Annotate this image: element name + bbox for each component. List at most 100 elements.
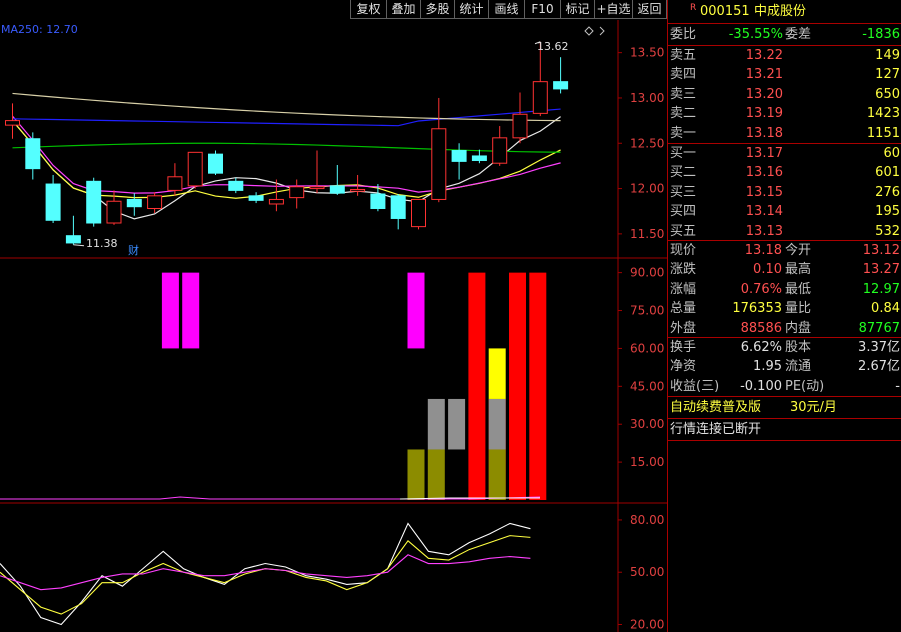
candle-body	[553, 81, 569, 90]
stat-value: 1.95	[753, 359, 782, 375]
candle-body	[390, 195, 406, 219]
candle-body	[350, 188, 366, 192]
sell-order-row: 卖二 13.19 1423	[668, 104, 901, 123]
y-tick-label: 13.00	[630, 91, 664, 105]
candle-body	[248, 195, 264, 201]
candle-body	[370, 193, 386, 210]
stat-value: 87767	[858, 320, 900, 336]
toolbar-button-tongji[interactable]: 统计	[454, 0, 488, 19]
oscillator-line	[0, 522, 531, 626]
candle-body	[25, 138, 41, 170]
stat-value: 2.67亿	[858, 359, 900, 375]
stat-value: 13.27	[862, 262, 900, 278]
order-volume: 276	[875, 184, 900, 200]
order-label: 卖三	[670, 86, 697, 102]
candle-body	[309, 186, 325, 190]
order-label: 卖二	[670, 106, 697, 122]
toolbar-button-f10[interactable]: F10	[524, 0, 560, 19]
indicator-bar	[407, 272, 425, 349]
stat-value: 0.84	[871, 301, 900, 317]
stat-value: 0.10	[753, 262, 782, 278]
order-label: 卖四	[670, 67, 697, 83]
buy-order-row: 买五 13.13 532	[668, 222, 901, 241]
order-price: 13.14	[745, 204, 783, 220]
order-price: 13.18	[745, 125, 783, 141]
stat-label: 内盘	[785, 320, 812, 336]
min-price-label: 11.38	[86, 237, 118, 250]
promo-banner[interactable]: 自动续费普及版 30元/月	[668, 398, 901, 417]
order-price: 13.20	[745, 86, 783, 102]
candle-body	[411, 198, 426, 228]
stat-label: 外盘	[670, 320, 697, 336]
buy-order-row: 买二 13.16 601	[668, 163, 901, 182]
ma60-line	[12, 142, 561, 153]
stat-row: 涨跌 0.10 最高 13.27	[668, 260, 901, 279]
stat-value: 12.97	[862, 281, 900, 297]
min-pointer	[73, 244, 85, 247]
indicator-bar	[448, 398, 466, 450]
stat-value: -	[895, 378, 900, 394]
stat-label: 今开	[785, 243, 812, 258]
y-tick-label: 60.00	[630, 341, 664, 355]
toolbar-button-huaxian[interactable]: 画线	[488, 0, 524, 19]
toolbar-button-biaoji[interactable]: 标记	[560, 0, 594, 19]
y-tick-label: 50.00	[630, 565, 664, 579]
order-volume: 1151	[866, 125, 900, 141]
toolbar-button-fanhui[interactable]: 返回	[632, 0, 667, 19]
order-volume: 195	[875, 204, 900, 220]
stat-label: PE(动)	[785, 378, 825, 394]
indicator-bar	[427, 398, 445, 450]
candle-body	[167, 176, 183, 191]
stat-value: -0.100	[740, 378, 782, 394]
buy-order-row: 买三 13.15 276	[668, 183, 901, 202]
stat-row: 涨幅 0.76% 最低 12.97	[668, 280, 901, 299]
buy-order-row: 买四 13.14 195	[668, 202, 901, 221]
stat-value: 13.18	[744, 243, 782, 258]
oscillator-line	[0, 535, 531, 615]
stat-label: 现价	[670, 243, 697, 258]
promo-price[interactable]: 30元/月	[790, 398, 837, 417]
stat-row: 总量 176353 量比 0.84	[668, 299, 901, 318]
candle-body	[228, 180, 244, 191]
toolbar-button-duogu[interactable]: 多股	[420, 0, 454, 19]
toolbar-button-diejia[interactable]: 叠加	[386, 0, 420, 19]
candle-body	[492, 137, 508, 164]
toolbar-button-fuquan[interactable]: 复权	[350, 0, 386, 19]
candle-body	[86, 180, 102, 224]
stat-value: 0.76%	[740, 281, 782, 297]
indicator-bar	[488, 449, 506, 500]
oscillator-lines	[0, 522, 531, 626]
stat-label: 净资	[670, 359, 697, 375]
candle-body	[208, 153, 223, 174]
stat-label: 涨幅	[670, 281, 697, 297]
order-label: 买一	[670, 146, 697, 161]
candle-body	[329, 185, 345, 194]
stat-value: 3.37亿	[858, 340, 900, 355]
promo-text[interactable]: 自动续费普及版	[670, 398, 761, 417]
y-tick-label: 20.00	[630, 618, 664, 632]
order-label: 买五	[670, 223, 697, 239]
stat-row: 现价 13.18 今开 13.12	[668, 241, 901, 260]
ma250-label: MA250: 12.70	[1, 23, 78, 36]
stat-value: 6.62%	[740, 340, 782, 355]
order-volume: 149	[875, 48, 900, 63]
stat-value: 88586	[740, 320, 782, 336]
y-tick-label: 13.50	[630, 46, 664, 60]
indicator-bar	[407, 449, 425, 500]
stat-label: 股本	[785, 340, 812, 355]
chevron-icon[interactable]	[599, 26, 605, 36]
order-label: 卖一	[670, 125, 697, 141]
toolbar-button-zixuan[interactable]: +自选	[594, 0, 632, 19]
order-price: 13.22	[745, 48, 783, 63]
finance-mark[interactable]: 财	[128, 243, 139, 257]
candle-body	[471, 155, 487, 161]
stock-code: 000151	[700, 4, 750, 19]
candle-body	[451, 150, 467, 162]
diamond-icon[interactable]	[584, 26, 594, 36]
stat-row: 外盘 88586 内盘 87767	[668, 319, 901, 338]
stat-label: 流通	[785, 359, 812, 375]
stat-label: 换手	[670, 340, 697, 355]
order-price: 13.15	[745, 184, 783, 200]
chart-canvas[interactable]: 13.50 13.00 12.50 12.00 11.50 90.00 75.00 60.00…	[0, 20, 667, 632]
stat-label: 最高	[785, 262, 812, 278]
